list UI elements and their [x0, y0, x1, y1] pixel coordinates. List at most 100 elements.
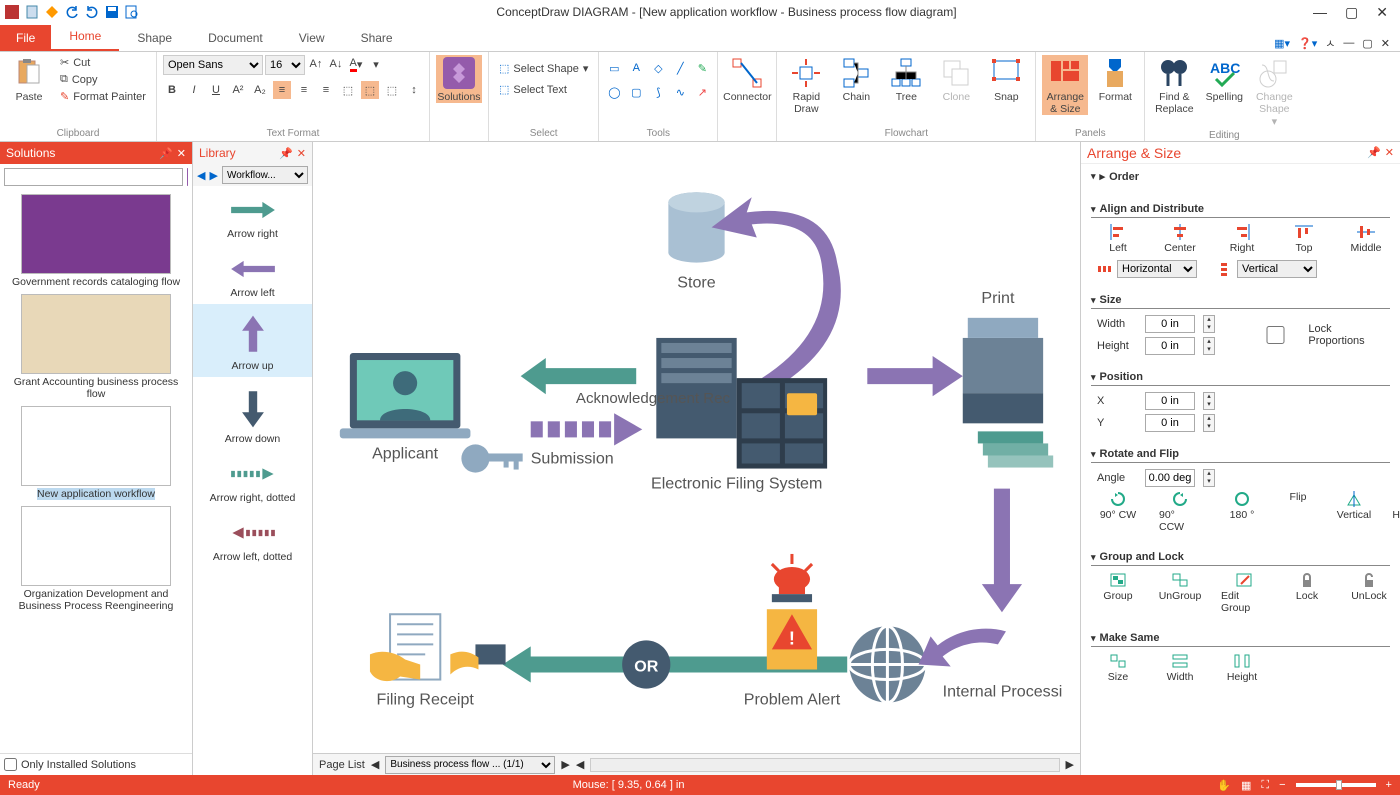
height-input[interactable]: [1145, 337, 1195, 355]
valign-mid-icon[interactable]: ⬚: [361, 81, 379, 99]
rounded-tool-icon[interactable]: ▢: [627, 83, 645, 101]
solution-item[interactable]: New application workflow: [4, 406, 188, 500]
hand-icon[interactable]: ✋: [1217, 779, 1231, 792]
highlight-icon[interactable]: ▾: [367, 55, 385, 73]
solutions-logo-icon[interactable]: [187, 168, 188, 186]
pin-icon[interactable]: 📌: [1367, 146, 1381, 159]
paste-button[interactable]: Paste: [6, 55, 52, 103]
close-panel-icon[interactable]: ✕: [1385, 146, 1394, 159]
open-icon[interactable]: [44, 4, 60, 20]
superscript-icon[interactable]: A²: [229, 81, 247, 99]
angle-input[interactable]: [1145, 469, 1195, 487]
rotate-180-button[interactable]: 180 °: [1221, 491, 1263, 533]
shape-tool-icon[interactable]: ◇: [649, 59, 667, 77]
help-icon[interactable]: ❓▾: [1298, 37, 1317, 50]
filing-receipt-shape[interactable]: [370, 614, 506, 681]
rotate-cw-button[interactable]: 90° CW: [1097, 491, 1139, 533]
lock-button[interactable]: Lock: [1286, 572, 1328, 614]
spin-up[interactable]: ▴: [1204, 316, 1214, 324]
align-top-button[interactable]: Top: [1283, 224, 1325, 254]
cut-button[interactable]: ✂Cut: [56, 55, 150, 70]
scroll-right-icon[interactable]: ▶: [1066, 758, 1074, 771]
scroll-left-icon[interactable]: ◀: [576, 758, 584, 771]
horizontal-scrollbar[interactable]: [590, 758, 1059, 772]
y-input[interactable]: [1145, 414, 1195, 432]
printer-shape[interactable]: [963, 318, 1053, 468]
minimize-icon[interactable]: —: [1313, 4, 1327, 21]
new-icon[interactable]: [24, 4, 40, 20]
x-input[interactable]: [1145, 392, 1195, 410]
globe-shape[interactable]: [849, 626, 925, 702]
pin-icon[interactable]: 📌: [279, 147, 293, 160]
select-text-button[interactable]: ⬚Select Text: [495, 82, 592, 97]
edit-group-button[interactable]: Edit Group: [1221, 572, 1266, 614]
valign-top-icon[interactable]: ⬚: [339, 81, 357, 99]
ack-arrow[interactable]: [521, 358, 637, 394]
zoom-in-icon[interactable]: +: [1386, 779, 1392, 791]
change-shape-button[interactable]: Change Shape▾: [1251, 55, 1297, 128]
flip-horizontal-button[interactable]: Horizontal: [1395, 491, 1400, 533]
arrow-to-print[interactable]: [867, 356, 962, 396]
solution-item[interactable]: Government records cataloging flow: [4, 194, 188, 288]
spin-down[interactable]: ▾: [1204, 324, 1214, 332]
preview-icon[interactable]: [124, 4, 140, 20]
copy-button[interactable]: ⧉Copy: [56, 72, 150, 87]
spelling-button[interactable]: ABCSpelling: [1201, 55, 1247, 103]
flip-button[interactable]: Flip: [1283, 491, 1313, 533]
same-width-button[interactable]: Width: [1159, 653, 1201, 683]
maximize-icon[interactable]: ▢: [1345, 4, 1358, 21]
page-prev-icon[interactable]: ◀: [371, 758, 379, 771]
inner-min-icon[interactable]: —: [1343, 37, 1354, 49]
bold-icon[interactable]: B: [163, 81, 181, 99]
valign-bot-icon[interactable]: ⬚: [383, 81, 401, 99]
tab-document[interactable]: Document: [190, 25, 281, 51]
connector-button[interactable]: Connector: [724, 55, 770, 103]
align-middle-button[interactable]: Middle: [1345, 224, 1387, 254]
tab-home[interactable]: Home: [51, 23, 119, 51]
arrow-down[interactable]: [982, 489, 1022, 613]
snap-button[interactable]: Snap: [983, 55, 1029, 103]
layout-icon[interactable]: ▦: [1241, 779, 1251, 792]
curve-tool-icon[interactable]: ∿: [671, 83, 689, 101]
italic-icon[interactable]: I: [185, 81, 203, 99]
rotate-ccw-button[interactable]: 90° CCW: [1159, 491, 1201, 533]
close-panel-icon[interactable]: ✕: [177, 147, 186, 160]
pen-tool-icon[interactable]: ✎: [693, 59, 711, 77]
diagram-canvas[interactable]: Store Print Electronic Filing System: [313, 142, 1080, 775]
circle-tool-icon[interactable]: ◯: [605, 83, 623, 101]
library-selector[interactable]: Workflow...: [222, 166, 308, 184]
rapid-draw-button[interactable]: Rapid Draw: [783, 55, 829, 115]
line-tool-icon[interactable]: ╱: [671, 59, 689, 77]
page-next-icon[interactable]: ▶: [561, 758, 569, 771]
distribute-horizontal-select[interactable]: Horizontal: [1117, 260, 1197, 278]
library-item[interactable]: Arrow right: [193, 186, 312, 245]
tab-shape[interactable]: Shape: [119, 25, 190, 51]
tab-share[interactable]: Share: [343, 25, 411, 51]
inner-max-icon[interactable]: ▢: [1362, 37, 1372, 50]
library-item[interactable]: Arrow down: [193, 377, 312, 450]
pin-icon[interactable]: 📌: [159, 147, 173, 160]
align-left-button[interactable]: Left: [1097, 224, 1139, 254]
arrow-to-globe[interactable]: [919, 629, 1006, 667]
only-installed-checkbox[interactable]: [4, 758, 17, 771]
lib-prev-icon[interactable]: ◀: [197, 169, 205, 182]
collapse-ribbon-icon[interactable]: ㅅ: [1325, 35, 1335, 51]
fit-icon[interactable]: ⛶: [1261, 779, 1269, 792]
rect-tool-icon[interactable]: ▭: [605, 59, 623, 77]
align-left-icon[interactable]: ≡: [273, 81, 291, 99]
grid-icon[interactable]: ▦▾: [1274, 37, 1290, 50]
lock-proportions-checkbox[interactable]: [1251, 326, 1300, 344]
solution-item[interactable]: Organization Development and Business Pr…: [4, 506, 188, 612]
clone-button[interactable]: Clone: [933, 55, 979, 103]
save-icon[interactable]: [104, 4, 120, 20]
text-orientation-icon[interactable]: ↕: [405, 81, 423, 99]
file-tab[interactable]: File: [0, 25, 51, 51]
flip-vertical-button[interactable]: Vertical: [1333, 491, 1375, 533]
page-selector[interactable]: Business process flow ... (1/1): [385, 756, 555, 774]
inner-close-icon[interactable]: ✕: [1381, 37, 1390, 50]
library-item[interactable]: Arrow right, dotted: [193, 450, 312, 509]
align-right-button[interactable]: Right: [1221, 224, 1263, 254]
undo-icon[interactable]: [64, 4, 80, 20]
same-size-button[interactable]: Size: [1097, 653, 1139, 683]
redo-icon[interactable]: [84, 4, 100, 20]
